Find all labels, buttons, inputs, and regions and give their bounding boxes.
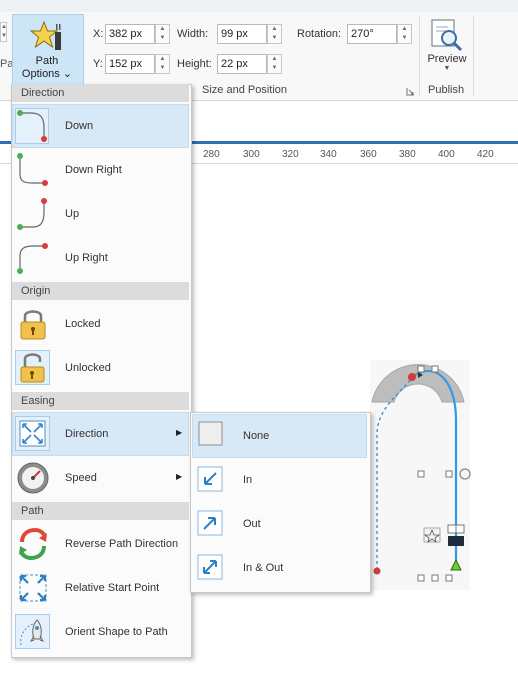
submenu-item-in-label: In xyxy=(243,474,253,486)
preview-icon xyxy=(431,19,463,52)
path-up-icon xyxy=(17,198,47,230)
path-up-right-icon xyxy=(17,243,48,274)
padlock-locked-icon xyxy=(20,310,46,340)
path-options-label: Path Options ⌄ xyxy=(21,55,73,80)
x-label: X: xyxy=(93,28,104,40)
section-header-origin: Origin xyxy=(12,282,189,300)
ruler-tick: 320 xyxy=(282,149,299,160)
reverse-path-icon xyxy=(19,527,47,561)
section-header-direction: Direction xyxy=(12,84,189,102)
height-input[interactable]: 22 px xyxy=(217,54,267,74)
ease-out-icon xyxy=(197,510,223,536)
ease-none-icon xyxy=(198,421,223,446)
menu-item-reverse-path-label: Reverse Path Direction xyxy=(65,538,179,550)
menu-item-relative-start-label: Relative Start Point xyxy=(65,582,160,594)
ruler-tick: 280 xyxy=(203,149,220,160)
rotation-spinner[interactable]: ▲ ▼ xyxy=(397,24,412,44)
rotation-input[interactable]: 270° xyxy=(347,24,397,44)
menu-item-up-label: Up xyxy=(65,208,80,220)
submenu-arrow-icon: ▶ xyxy=(176,428,183,437)
height-spinner[interactable]: ▲ ▼ xyxy=(267,54,282,74)
group-separator xyxy=(473,16,474,96)
menu-item-speed-label: Speed xyxy=(65,472,97,484)
submenu-item-out-label: Out xyxy=(243,518,261,530)
path-down-icon xyxy=(15,108,49,144)
ruler-tick: 300 xyxy=(243,149,260,160)
x-spinner[interactable]: ▲ ▼ xyxy=(155,24,170,44)
submenu-item-none-label: None xyxy=(243,430,270,442)
width-input[interactable]: 99 px xyxy=(217,24,267,44)
ease-in-icon xyxy=(197,466,223,492)
rotation-label: Rotation: xyxy=(297,28,342,40)
menu-item-up-right-label: Up Right xyxy=(65,252,108,264)
menu-item-down-label: Down xyxy=(65,120,94,132)
y-input[interactable]: 152 px xyxy=(105,54,155,74)
dialog-launcher-icon[interactable] xyxy=(406,87,415,96)
relative-start-icon xyxy=(19,574,47,602)
size-position-group-label: Size and Position xyxy=(202,84,287,96)
section-header-easing: Easing xyxy=(12,392,189,410)
x-input[interactable]: 382 px xyxy=(105,24,155,44)
orient-shape-rocket-icon xyxy=(15,614,50,649)
y-spinner[interactable]: ▲ ▼ xyxy=(155,54,170,74)
speedometer-icon xyxy=(17,462,49,494)
ruler-tick: 380 xyxy=(399,149,416,160)
padlock-unlocked-icon xyxy=(15,350,50,385)
menu-item-unlocked-label: Unlocked xyxy=(65,362,111,374)
submenu-item-in-out-label: In & Out xyxy=(243,562,284,574)
left-cut-spinner[interactable]: ▲ ▼ xyxy=(0,22,7,42)
menu-item-easing-direction-label: Direction xyxy=(65,428,109,440)
y-label: Y: xyxy=(93,58,103,70)
menu-item-down-right-label: Down Right xyxy=(65,164,122,176)
height-label: Height: xyxy=(177,58,212,70)
easing-direction-icon xyxy=(15,416,50,451)
ruler-tick: 400 xyxy=(438,149,455,160)
motion-path-artwork[interactable] xyxy=(360,340,510,600)
preview-button[interactable]: Preview ▼ xyxy=(420,53,474,83)
ruler-tick: 360 xyxy=(360,149,377,160)
path-down-right-icon xyxy=(17,153,48,186)
menu-item-orient-shape-label: Orient Shape to Path xyxy=(65,626,168,638)
submenu-arrow-icon: ▶ xyxy=(176,472,183,481)
ruler-tick: 420 xyxy=(477,149,494,160)
section-header-path: Path xyxy=(12,502,189,520)
menu-item-locked-label: Locked xyxy=(65,318,101,330)
ease-in-out-icon xyxy=(197,554,223,580)
width-spinner[interactable]: ▲ ▼ xyxy=(267,24,282,44)
path-options-icon xyxy=(30,20,61,50)
ruler-tick: 340 xyxy=(320,149,337,160)
width-label: Width: xyxy=(177,28,209,40)
publish-group-label: Publish xyxy=(428,84,465,96)
